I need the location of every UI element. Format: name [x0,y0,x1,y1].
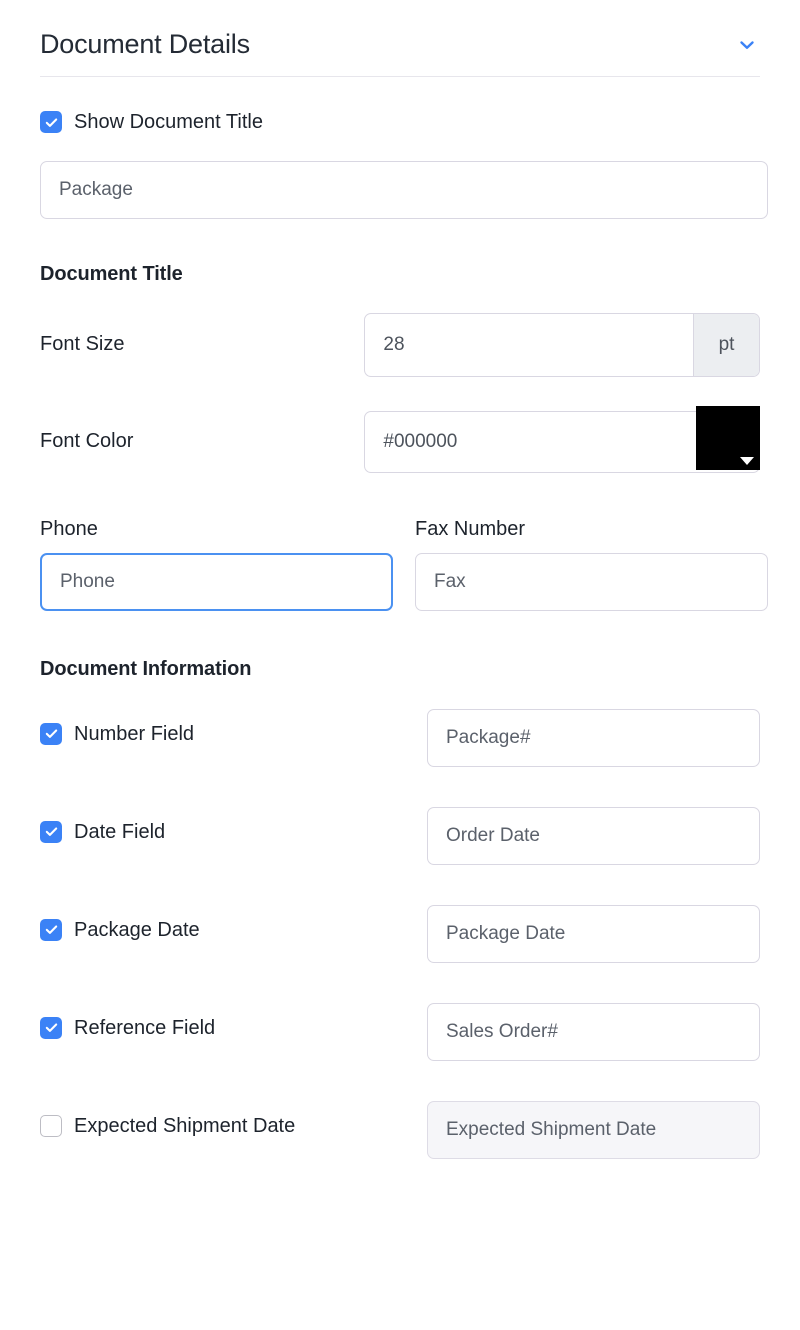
panel-header: Document Details [40,0,760,62]
reference-field-input[interactable]: Sales Order# [427,1002,760,1061]
expected-shipment-date-checkbox[interactable] [40,1114,62,1137]
package-date-label: Package Date [74,918,200,941]
reference-field-checkbox-row[interactable]: Reference Field [40,1016,400,1042]
font-color-row: Font Color #000000 [40,405,760,473]
fax-field-group: Fax Number Fax [415,518,768,611]
font-size-row: Font Size 28 pt [40,312,760,377]
check-icon [44,726,59,741]
date-field-checkbox-row[interactable]: Date Field [40,820,400,846]
expected-shipment-date-checkbox-row[interactable]: Expected Shipment Date [40,1114,370,1140]
chevron-down-icon [737,35,757,55]
check-icon [44,115,59,130]
document-title-section-heading: Document Title [40,262,183,285]
check-icon [44,922,59,937]
doc-info-row: Number Field Package# [40,708,760,767]
font-size-input[interactable]: 28 [365,314,693,376]
check-icon [44,824,59,839]
reference-field-label: Reference Field [74,1016,216,1039]
check-icon [44,1020,59,1035]
phone-field-group: Phone Phone [40,518,393,611]
number-field-checkbox-row[interactable]: Number Field [40,722,400,748]
phone-input[interactable]: Phone [40,552,393,611]
show-document-title-label: Show Document Title [74,111,263,133]
package-date-checkbox[interactable] [40,918,62,941]
document-information-heading: Document Information [40,657,252,680]
date-field-checkbox[interactable] [40,820,62,843]
collapse-panel-button[interactable] [734,32,760,58]
doc-info-row: Expected Shipment Date Expected Shipment… [40,1100,760,1159]
doc-info-row: Date Field Order Date [40,806,760,865]
package-date-input[interactable]: Package Date [427,904,760,963]
date-field-label: Date Field [74,820,166,843]
number-field-checkbox[interactable] [40,722,62,745]
reference-field-checkbox[interactable] [40,1016,62,1039]
phone-label: Phone [40,517,98,540]
font-size-field[interactable]: 28 pt [364,312,760,377]
date-field-input[interactable]: Order Date [427,806,760,865]
number-field-input[interactable]: Package# [427,708,760,767]
document-title-input[interactable]: Package [40,160,768,219]
number-field-label: Number Field [74,722,195,745]
expected-shipment-date-label: Expected Shipment Date [74,1114,296,1137]
font-color-label: Font Color [40,430,134,453]
font-size-unit-suffix[interactable]: pt [693,313,759,376]
fax-number-input[interactable]: Fax [415,552,768,611]
show-document-title-checkbox[interactable] [40,111,62,133]
doc-info-row: Reference Field Sales Order# [40,1002,760,1061]
fax-number-label: Fax Number [415,517,526,540]
color-swatch-button[interactable] [696,405,760,470]
doc-info-row: Package Date Package Date [40,904,760,963]
page-title: Document Details [40,29,250,60]
show-document-title-row[interactable]: Show Document Title [40,110,760,136]
font-size-label: Font Size [40,333,125,356]
expected-shipment-date-input: Expected Shipment Date [427,1100,760,1159]
document-details-panel: Document Details Show Document Title Pac… [0,0,800,1330]
package-date-checkbox-row[interactable]: Package Date [40,918,400,944]
contact-fields: Phone Phone Fax Number Fax [40,518,768,611]
font-color-field[interactable]: #000000 [364,405,760,473]
header-divider [40,76,760,77]
caret-down-icon [740,456,754,465]
